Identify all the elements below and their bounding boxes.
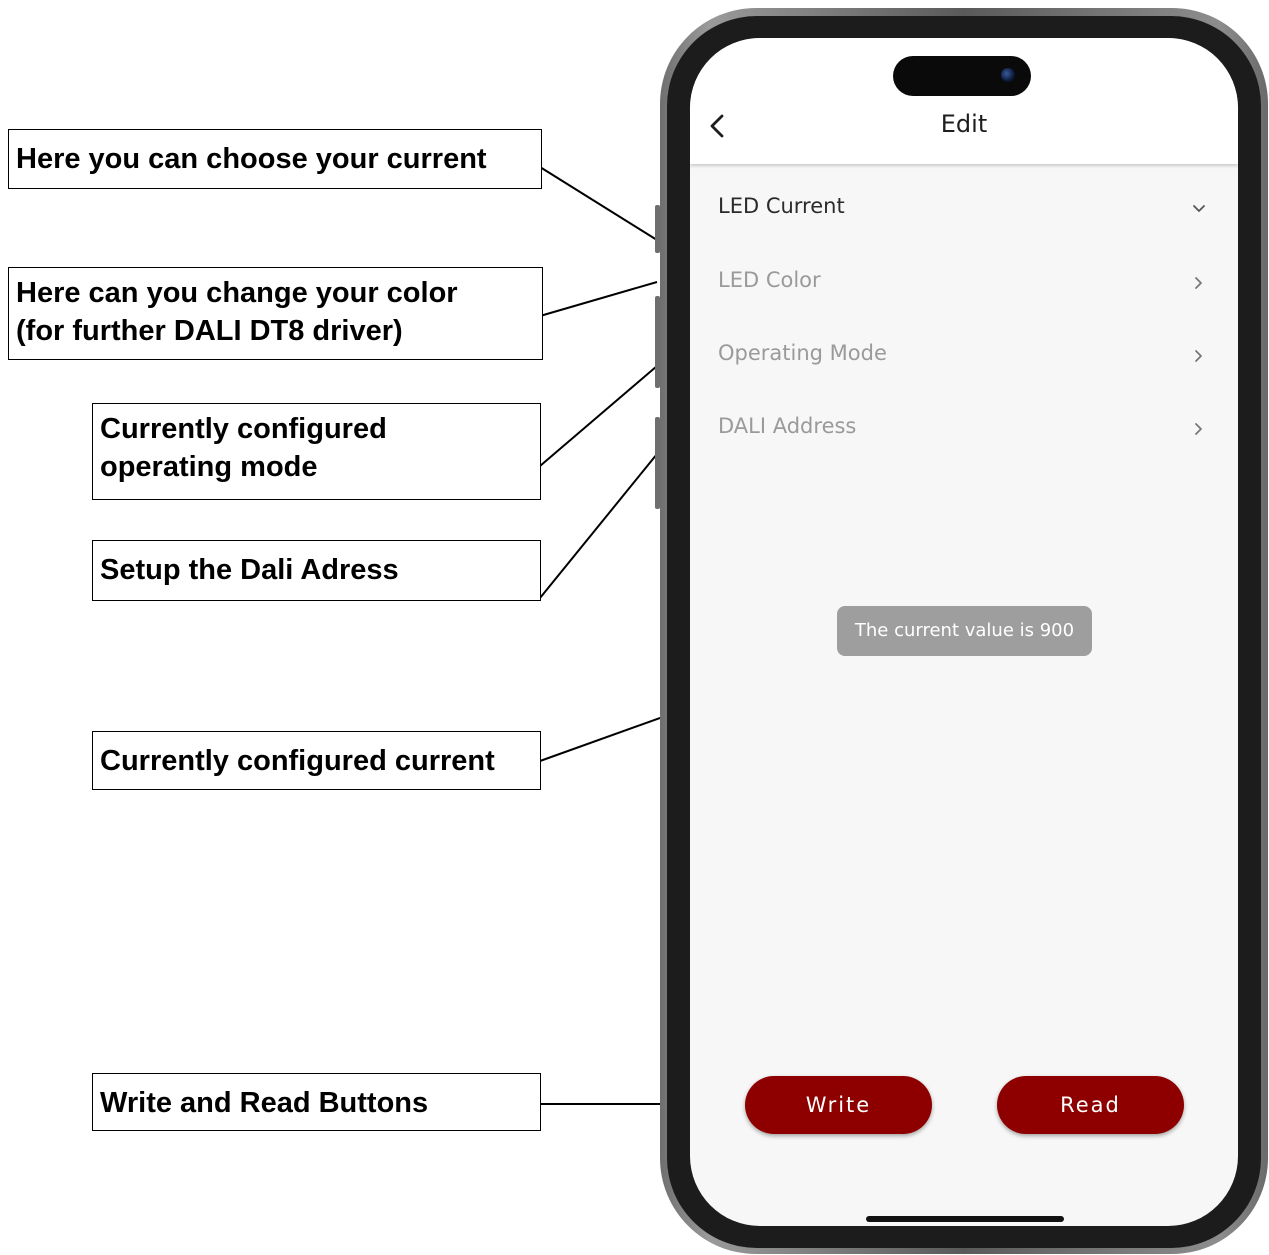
callout-write-read-text: Write and Read Buttons: [100, 1087, 429, 1119]
menu-item-operating-mode[interactable]: Operating Mode: [690, 327, 1238, 387]
callout-dali-address: Setup the Dali Adress: [92, 540, 541, 601]
callout-configured-current: Currently configured current: [92, 731, 541, 790]
toast-message: The current value is 900: [837, 606, 1092, 656]
home-indicator[interactable]: [866, 1216, 1064, 1222]
connector-mode: [539, 365, 658, 467]
callout-operating-mode-line2: operating mode: [100, 451, 318, 483]
action-button: [655, 205, 660, 253]
menu-item-label: LED Color: [718, 268, 821, 292]
callout-operating-mode: Currently configured operating mode: [92, 403, 541, 500]
chevron-right-icon: [1195, 423, 1202, 435]
callout-choose-current: Here you can choose your current: [8, 129, 542, 189]
callout-change-color-line2: (for further DALI DT8 driver): [16, 315, 403, 347]
camera-icon: [1001, 68, 1015, 82]
page-title: Edit: [940, 110, 988, 138]
menu-item-label: LED Current: [718, 194, 845, 218]
callout-dali-address-text: Setup the Dali Adress: [100, 554, 399, 586]
menu-item-label: Operating Mode: [718, 341, 887, 365]
phone-screen: Edit LED Current LED Color Operating Mod…: [690, 38, 1238, 1226]
connector-dali: [539, 453, 658, 599]
connector-current: [539, 166, 658, 241]
menu-item-dali-address[interactable]: DALI Address: [690, 400, 1238, 460]
chevron-right-icon: [1195, 277, 1202, 289]
menu-item-label: DALI Address: [718, 414, 857, 438]
connector-color: [539, 281, 658, 317]
callout-write-read-buttons: Write and Read Buttons: [92, 1073, 541, 1131]
chevron-down-icon: [1193, 205, 1205, 212]
menu-item-led-current[interactable]: LED Current: [690, 180, 1238, 240]
write-button[interactable]: Write: [745, 1076, 932, 1134]
callout-choose-current-text: Here you can choose your current: [16, 143, 487, 175]
callout-configured-current-text: Currently configured current: [100, 745, 495, 777]
callout-change-color-line1: Here can you change your color: [16, 277, 458, 309]
menu-item-led-color[interactable]: LED Color: [690, 254, 1238, 314]
chevron-right-icon: [1195, 350, 1202, 362]
volume-up-button: [655, 296, 660, 388]
read-button[interactable]: Read: [997, 1076, 1184, 1134]
callout-operating-mode-line1: Currently configured: [100, 413, 387, 445]
dynamic-island: [893, 56, 1031, 96]
callout-change-color: Here can you change your color (for furt…: [8, 267, 543, 360]
volume-down-button: [655, 417, 660, 509]
